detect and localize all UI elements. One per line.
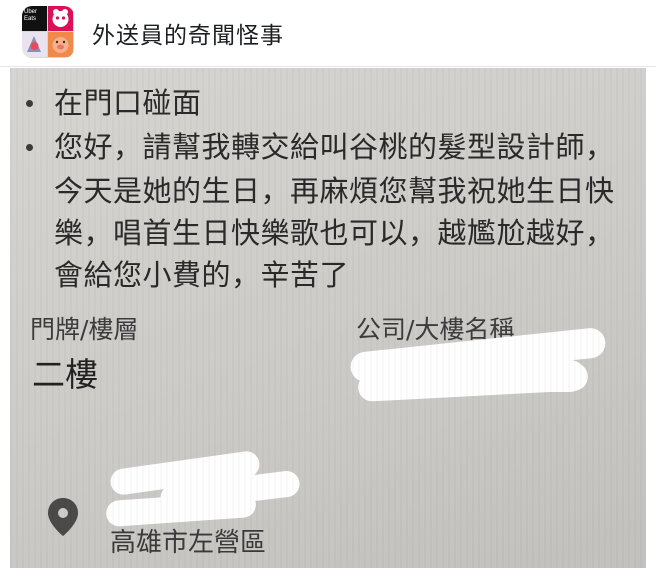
- note-line-3: 樂，唱首生日快樂歌也可以，越尷尬越好，: [54, 216, 615, 250]
- location-pin-icon: [48, 498, 78, 536]
- note-bullet-1: 在門口碰面: [54, 86, 202, 120]
- bullet-dot: [26, 100, 33, 107]
- group-title[interactable]: 外送員的奇聞怪事: [92, 16, 284, 50]
- pig-icon: [48, 32, 73, 57]
- group-avatar[interactable]: Uber Eats: [22, 6, 74, 58]
- bullet-dot: [26, 144, 33, 151]
- address-district: 高雄市左營區: [110, 528, 267, 558]
- note-line-1: 您好，請幫我轉交給叫谷桃的髮型設計師，: [54, 130, 615, 164]
- note-line-4: 會給您小費的，辛苦了: [54, 258, 350, 292]
- foodpanda-logo-icon: [48, 6, 73, 31]
- floor-value: 二樓: [32, 355, 98, 394]
- group-header: Uber Eats 外送員的奇聞怪事: [0, 0, 656, 66]
- header-divider: [0, 66, 656, 67]
- mascot-icon: [22, 32, 47, 57]
- note-line-2: 今天是她的生日，再麻煩您幫我祝她生日快: [54, 174, 615, 208]
- floor-label: 門牌/樓層: [30, 315, 139, 344]
- uber-eats-logo-icon: Uber Eats: [22, 6, 47, 31]
- uber-eats-logo-text: Uber Eats: [24, 9, 38, 22]
- redaction-scribble: [510, 360, 586, 392]
- post-photo[interactable]: 在門口碰面 您好，請幫我轉交給叫谷桃的髮型設計師， 今天是她的生日，再麻煩您幫我…: [10, 68, 646, 568]
